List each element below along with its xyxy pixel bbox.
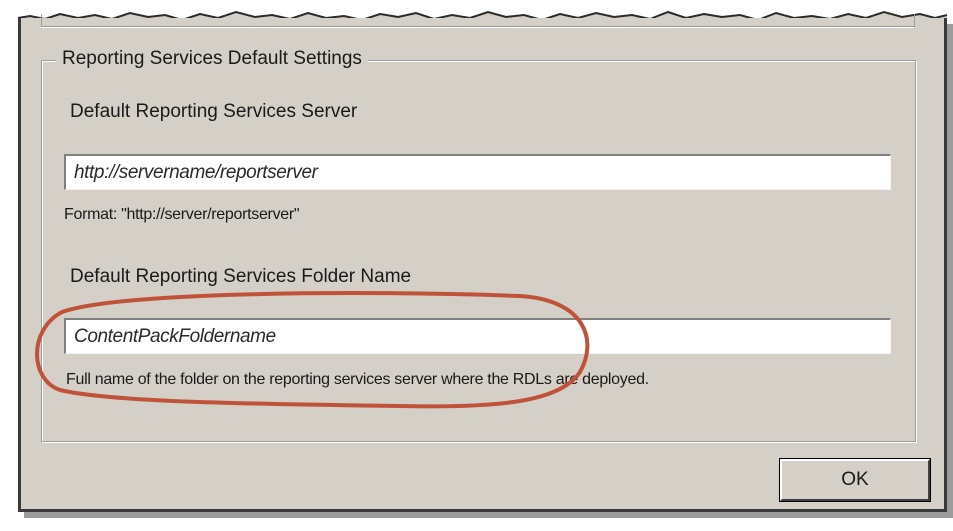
ok-button[interactable]: OK bbox=[779, 458, 931, 502]
dialog-border-bottom bbox=[18, 509, 947, 512]
top-separator bbox=[41, 26, 914, 27]
top-separator-left bbox=[41, 14, 42, 27]
dialog-border-right bbox=[944, 18, 947, 512]
groupbox-title: Reporting Services Default Settings bbox=[56, 48, 368, 70]
dialog-shadow-right bbox=[946, 24, 953, 518]
folder-hint: Full name of the folder on the reporting… bbox=[66, 371, 649, 388]
dialog-border-left bbox=[18, 18, 21, 512]
server-url-input[interactable]: http://servername/reportserver bbox=[64, 154, 891, 190]
server-label: Default Reporting Services Server bbox=[70, 101, 358, 122]
top-separator-right bbox=[914, 14, 915, 27]
folder-name-input[interactable]: ContentPackFoldername bbox=[64, 318, 891, 354]
folder-label: Default Reporting Services Folder Name bbox=[70, 266, 412, 287]
server-format-hint: Format: "http://server/reportserver" bbox=[64, 206, 300, 223]
